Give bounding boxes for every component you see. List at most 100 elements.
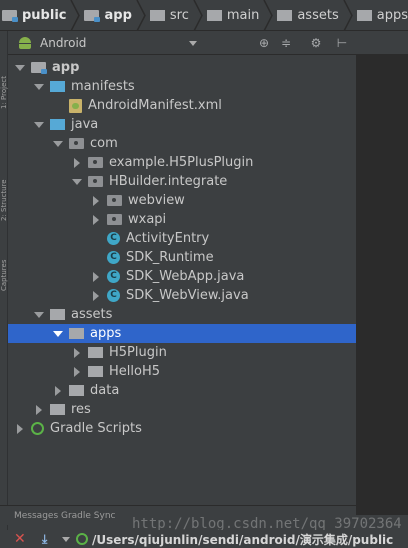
tree-row-label: AndroidManifest.xml [88, 98, 222, 113]
tree-row[interactable]: C SDK_WebApp.java [8, 267, 356, 286]
tool-tab-structure[interactable]: 2: Structure [0, 151, 8, 221]
collapse-arrow-icon[interactable] [15, 424, 24, 434]
target-icon[interactable]: ⊕ [256, 35, 272, 51]
breadcrumb-label: src [169, 7, 189, 23]
folder-blue-icon [50, 119, 65, 130]
tree-row[interactable]: HBuilder.integrate [8, 172, 356, 191]
tree-row[interactable]: C SDK_Runtime [8, 248, 356, 267]
tree-row[interactable]: java [8, 115, 356, 134]
collapse-arrow-icon[interactable] [72, 158, 81, 168]
tool-tab-captures[interactable]: Captures [0, 231, 8, 291]
tree-row-label: SDK_WebApp.java [126, 269, 245, 284]
download-icon[interactable]: ⤓ [42, 532, 58, 547]
folder-icon [356, 9, 372, 21]
tree-row[interactable]: HelloH5 [8, 362, 356, 381]
tree-row-label: com [90, 136, 118, 151]
chevron-down-icon[interactable] [62, 536, 70, 542]
collapse-arrow-icon[interactable] [91, 272, 100, 282]
gear-icon[interactable]: ⚙ [308, 35, 324, 51]
breadcrumb-separator-icon [193, 0, 203, 30]
expand-arrow-icon[interactable] [53, 139, 63, 148]
package-icon [69, 138, 84, 149]
tree-row[interactable]: com [8, 134, 356, 153]
tree-row-label: H5Plugin [109, 345, 167, 360]
breadcrumb-item-main[interactable]: main [206, 0, 259, 30]
tree-row[interactable]: assets [8, 305, 356, 324]
expand-arrow-icon[interactable] [53, 329, 63, 338]
android-icon [18, 36, 32, 49]
project-panel-header: Android ⊕ ≑ ⚙ ⊢ [8, 31, 356, 55]
collapse-arrow-icon[interactable] [91, 291, 100, 301]
breadcrumb-label: assets [297, 7, 339, 23]
tool-window-strip: 1: Project 2: Structure Captures [0, 31, 8, 548]
chevron-down-icon[interactable] [189, 41, 197, 46]
collapse-arrow-icon[interactable] [91, 196, 100, 206]
hide-panel-icon[interactable]: ⊢ [334, 35, 350, 51]
breadcrumb-item-public[interactable]: public [2, 0, 66, 30]
class-icon: C [107, 232, 120, 245]
tree-row-label: webview [128, 193, 185, 208]
close-icon[interactable]: ✕ [14, 531, 28, 547]
gradle-icon [76, 533, 88, 545]
tree-row-label: SDK_WebView.java [126, 288, 249, 303]
folder-blue-icon [50, 81, 65, 92]
expand-arrow-icon[interactable] [34, 82, 44, 91]
tree-row[interactable]: example.H5PlusPlugin [8, 153, 356, 172]
expand-arrow-icon[interactable] [72, 177, 82, 186]
tree-row-label: Gradle Scripts [50, 421, 142, 436]
collapse-icon[interactable]: ≑ [278, 35, 294, 51]
messages-tab-label[interactable]: Messages Gradle Sync [14, 511, 116, 521]
collapse-arrow-icon[interactable] [91, 215, 100, 225]
collapse-arrow-icon[interactable] [34, 405, 43, 415]
tool-tab-project[interactable]: 1: Project [0, 39, 8, 109]
manifest-icon [69, 98, 82, 113]
breadcrumb-separator-icon [343, 0, 353, 30]
view-selector[interactable]: Android [40, 36, 86, 50]
breadcrumb-item-assets[interactable]: assets [277, 0, 339, 30]
tree-row[interactable]: manifests [8, 77, 356, 96]
collapse-arrow-icon[interactable] [53, 386, 62, 396]
tree-row[interactable]: res [8, 400, 356, 419]
editor-tab-strip [356, 31, 408, 55]
folder-gray-icon [88, 347, 103, 358]
project-tree: app manifests AndroidManifest.xml java com ex… [8, 55, 356, 505]
tree-row[interactable]: webview [8, 191, 356, 210]
breadcrumb-item-src[interactable]: src [149, 0, 189, 30]
class-icon: C [107, 251, 120, 264]
folder-gray-icon [69, 385, 84, 396]
expand-arrow-icon[interactable] [34, 310, 44, 319]
breadcrumb-item-app[interactable]: app [84, 0, 132, 30]
tree-row-label: example.H5PlusPlugin [109, 155, 254, 170]
breadcrumb: public app src main assets apps [0, 0, 408, 31]
package-icon [88, 157, 103, 168]
breadcrumb-separator-icon [263, 0, 274, 30]
tree-row[interactable]: apps [8, 324, 356, 343]
editor-area [356, 31, 408, 515]
collapse-arrow-icon[interactable] [72, 348, 81, 358]
tree-row[interactable]: C ActivityEntry [8, 229, 356, 248]
expand-arrow-icon[interactable] [15, 63, 25, 72]
collapse-arrow-icon[interactable] [72, 367, 81, 377]
folder-icon [206, 9, 222, 21]
tree-row[interactable]: H5Plugin [8, 343, 356, 362]
tree-row[interactable]: app [8, 58, 356, 77]
tree-row-label: apps [90, 326, 122, 341]
tree-row[interactable]: data [8, 381, 356, 400]
tree-row[interactable]: Gradle Scripts [8, 419, 356, 438]
tree-row-label: res [71, 402, 91, 417]
breadcrumb-separator-icon [136, 0, 146, 30]
tree-row[interactable]: C SDK_WebView.java [8, 286, 356, 305]
tree-row-label: data [90, 383, 120, 398]
breadcrumb-label: apps [376, 7, 408, 23]
package-icon [107, 195, 122, 206]
tree-row[interactable]: wxapi [8, 210, 356, 229]
module-folder-icon [31, 62, 47, 74]
breadcrumb-item-apps[interactable]: apps [356, 0, 408, 30]
module-folder-icon [2, 9, 18, 22]
expand-arrow-icon[interactable] [34, 120, 44, 129]
package-icon [107, 214, 122, 225]
tree-row[interactable]: AndroidManifest.xml [8, 96, 356, 115]
